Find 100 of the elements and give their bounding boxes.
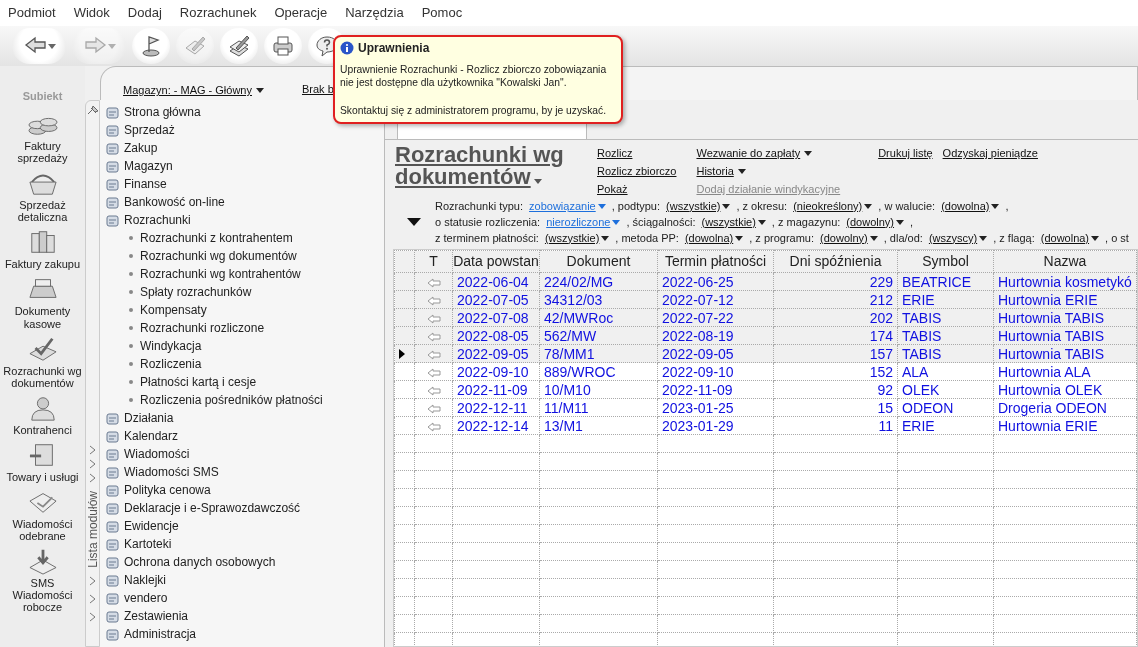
module-item[interactable]: Ewidencje [100, 517, 384, 535]
rail-item-label[interactable]: Faktury zakupu [2, 258, 83, 271]
filter-label: , z flagą: [993, 230, 1035, 246]
menu-item[interactable]: Podmiot [6, 3, 58, 23]
module-item[interactable]: vendero [100, 589, 384, 607]
module-item[interactable]: Finanse [100, 175, 384, 193]
warehouse-dropdown[interactable]: Magazyn: - MAG - Główny [123, 81, 264, 100]
module-item[interactable]: Kompensaty [100, 301, 384, 319]
column-header[interactable]: Dokument [539, 250, 658, 273]
module-item[interactable]: Wiadomości [100, 445, 384, 463]
column-header[interactable]: T [414, 250, 453, 273]
rail-item-label[interactable]: Kontrahenci [2, 423, 83, 436]
menu-item[interactable]: Rozrachunek [177, 3, 259, 23]
rail-item-label[interactable]: Faktury sprzedaży [2, 140, 83, 165]
column-header[interactable]: Termin płatności [657, 250, 774, 273]
filter-label: , [1005, 198, 1009, 214]
action-link[interactable]: Drukuj listę [878, 144, 933, 162]
module-item[interactable]: Bankowość on-line [100, 193, 384, 211]
filter-dropdown[interactable]: (nieokreślony) [793, 197, 873, 215]
module-item[interactable]: Rozrachunki wg dokumentów [100, 247, 384, 265]
table-cell: OLEK [897, 380, 994, 399]
printer-button[interactable] [264, 28, 302, 64]
filter-dropdown[interactable]: (dowolna) [1040, 229, 1100, 247]
rail-item-label[interactable]: SMS Wiadomości robocze [2, 577, 83, 614]
expand-toggle-icon[interactable] [407, 218, 421, 226]
rail-item-label[interactable]: Wiadomości odebrane [2, 518, 83, 543]
pen-stack-button[interactable] [220, 28, 258, 64]
table-cell: Hurtownia ALA [993, 362, 1137, 381]
action-link[interactable]: Wezwanie do zapłaty [696, 144, 813, 162]
module-item[interactable]: Płatności kartą i cesje [100, 373, 384, 391]
module-item[interactable]: Rozliczenia [100, 355, 384, 373]
module-item[interactable]: Wiadomości SMS [100, 463, 384, 481]
column-header[interactable]: Nazwa [993, 250, 1137, 273]
module-item[interactable]: Rozrachunki z kontrahentem [100, 229, 384, 247]
filter-dropdown[interactable]: (wszystkie) [701, 213, 766, 231]
filter-dropdown[interactable]: (dowolna) [684, 229, 744, 247]
filter-dropdown[interactable]: zobowiązanie [529, 197, 606, 215]
column-header[interactable]: Symbol [897, 250, 994, 273]
caret-icon [737, 168, 746, 174]
caret-icon [896, 219, 905, 225]
module-item[interactable]: Spłaty rozrachunków [100, 283, 384, 301]
module-item[interactable]: Kalendarz [100, 427, 384, 445]
rail-item-label[interactable]: Rozrachunki wg dokumentów [2, 364, 83, 389]
module-item[interactable]: Polityka cenowa [100, 481, 384, 499]
column-header[interactable]: Dni spóźnienia [773, 250, 898, 273]
caret-icon [256, 88, 264, 93]
bullet-icon [129, 290, 133, 294]
column-header[interactable]: Data powstan [452, 250, 540, 273]
module-item[interactable]: Rozliczenia pośredników płatności [100, 391, 384, 409]
action-link[interactable]: Rozlicz zbiorczo [597, 162, 677, 180]
row-pointer-icon [399, 348, 405, 359]
action-link[interactable]: Rozlicz [597, 144, 633, 162]
menu-item[interactable]: Narzędzia [343, 3, 406, 23]
module-item[interactable]: Rozrachunki rozliczone [100, 319, 384, 337]
filter-dropdown[interactable]: (wszystkie) [666, 197, 731, 215]
left-arrow-icon [426, 403, 441, 414]
bullet-icon [129, 362, 133, 366]
module-item[interactable]: Działania [100, 409, 384, 427]
caret-icon [47, 43, 56, 49]
rail-item-label[interactable]: Sprzedaż detaliczna [2, 199, 83, 224]
module-item[interactable]: Zestawienia [100, 607, 384, 625]
menu-item[interactable]: Widok [71, 3, 112, 23]
filter-label: Rozrachunki typu: [435, 198, 524, 214]
filter-dropdown[interactable]: (dowolny) [846, 213, 905, 231]
flag-button[interactable] [132, 28, 170, 64]
filter-dropdown[interactable]: nierozliczone [546, 213, 621, 231]
filter-dropdown[interactable]: (dowolna) [941, 197, 1000, 215]
document-icon [105, 140, 120, 156]
module-item[interactable]: Sprzedaż [100, 121, 384, 139]
action-link[interactable]: Historia [696, 162, 746, 180]
module-item[interactable]: Rozrachunki wg kontrahentów [100, 265, 384, 283]
module-item[interactable]: Magazyn [100, 157, 384, 175]
view-title[interactable]: Rozrachunki wg dokumentów [395, 144, 570, 198]
back-arrow-button[interactable] [12, 28, 66, 64]
menu-item[interactable]: Pomoc [419, 3, 465, 23]
header-link[interactable]: Brak b [302, 81, 334, 100]
menu-item[interactable]: Dodaj [125, 3, 164, 23]
rail-item-label[interactable]: Towary i usługi [2, 470, 83, 484]
action-link[interactable]: Pokaż [597, 180, 628, 198]
filter-dropdown[interactable]: (dowolny) [820, 229, 878, 247]
filter-label: , podtypu: [611, 198, 661, 214]
module-item[interactable]: Rozrachunki [100, 211, 384, 229]
module-item[interactable]: Windykacja [100, 337, 384, 355]
menu-item[interactable]: Operacje [272, 3, 330, 23]
module-item[interactable]: Naklejki [100, 571, 384, 589]
table-cell: ERIE [897, 416, 994, 435]
module-item[interactable]: Ochrona danych osobowych [100, 553, 384, 571]
module-item[interactable]: Administracja [100, 625, 384, 643]
document-icon [105, 158, 120, 174]
module-item[interactable]: Deklaracje i e-Sprawozdawczość [100, 499, 384, 517]
caret-icon [612, 219, 621, 225]
rail-item-label[interactable]: Dokumenty kasowe [2, 305, 83, 330]
module-item[interactable]: Zakup [100, 139, 384, 157]
module-item[interactable]: Kartoteki [100, 535, 384, 553]
filter-dropdown[interactable]: (wszystkie) [544, 229, 610, 247]
action-link[interactable]: Odzyskaj pieniądze [942, 144, 1038, 162]
filter-label: , z programu: [749, 230, 815, 246]
filter-label: , dla/od: [883, 230, 923, 246]
filter-dropdown[interactable]: (wszyscy) [928, 229, 988, 247]
tooltip-message: Uprawnienie Rozrachunki - Rozlicz zbiorczo zobowiązania nie jest dostępne dla użytkownika "Kowalski Jan". [340, 64, 608, 90]
